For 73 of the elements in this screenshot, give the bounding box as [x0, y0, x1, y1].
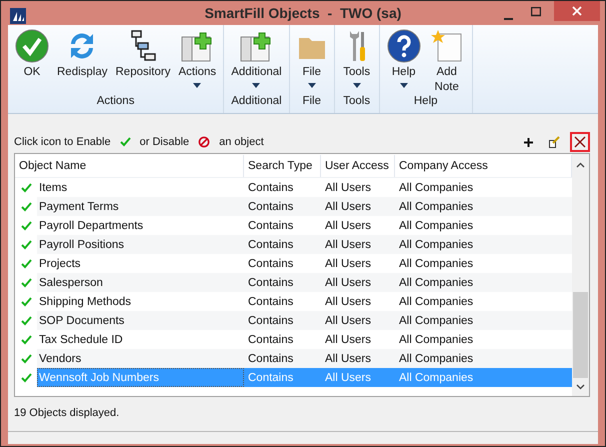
close-icon[interactable]: [572, 6, 582, 16]
checkmark-icon[interactable]: [20, 258, 32, 268]
checkmark-icon[interactable]: [20, 202, 32, 212]
plus-icon: [524, 138, 532, 146]
window-title: SmartFill Objects - TWO (sa): [204, 5, 402, 21]
table-cell: All Companies: [395, 368, 572, 387]
ribbon-button[interactable]: Tools: [338, 25, 375, 95]
hint-text: Click icon to Enable: [14, 136, 111, 148]
checkmark-icon[interactable]: [20, 182, 32, 192]
table-cell[interactable]: Salesperson: [37, 273, 244, 292]
table-cell[interactable]: Vendors: [37, 349, 244, 368]
table-cell[interactable]: Payroll Positions: [37, 235, 244, 254]
hierarchy-icon: [128, 29, 157, 63]
column-header[interactable]: Search Type: [244, 154, 321, 176]
app-logo-icon: [10, 8, 26, 24]
delete-button[interactable]: [570, 132, 590, 152]
checkmark-circle-icon: [15, 29, 49, 63]
hint-text: or Disable: [140, 136, 190, 148]
table-cell: All Users: [321, 349, 395, 368]
delete-icon: [574, 136, 586, 148]
edit-icon: [548, 136, 560, 148]
checkmark-icon: [120, 137, 131, 147]
column-header[interactable]: Object Name: [15, 154, 244, 176]
maximize-icon[interactable]: [531, 7, 541, 17]
status-text: 19 Objects displayed.: [14, 407, 120, 419]
ribbon-button[interactable]: Redisplay: [54, 25, 110, 95]
table-cell: All Users: [321, 311, 395, 330]
ribbon-group-label: File: [301, 95, 322, 109]
ribbon-group-label: Additional: [230, 95, 283, 109]
table-cell: All Users: [321, 197, 395, 216]
checkmark-icon[interactable]: [20, 278, 32, 288]
table-cell: Contains: [244, 197, 321, 216]
checkmark-icon[interactable]: [20, 240, 32, 250]
close-button[interactable]: [554, 1, 600, 21]
checkmark-icon[interactable]: [20, 354, 32, 364]
table-cell: All Companies: [395, 311, 572, 330]
table-cell: All Users: [321, 273, 395, 292]
table-cell[interactable]: Payment Terms: [37, 197, 244, 216]
table-cell: All Companies: [395, 197, 572, 216]
checkmark-icon[interactable]: [20, 334, 32, 344]
table-cell: Contains: [244, 235, 321, 254]
table-cell: Contains: [244, 311, 321, 330]
ribbon-button[interactable]: Additional: [228, 25, 285, 95]
ribbon-button[interactable]: Help: [384, 25, 424, 95]
checkmark-icon[interactable]: [20, 316, 32, 326]
help-icon: [386, 29, 421, 63]
ribbon-button[interactable]: File: [294, 25, 330, 95]
hint-text: an object: [219, 136, 264, 148]
ribbon-button[interactable]: OK: [12, 25, 52, 95]
table-cell[interactable]: SOP Documents: [37, 311, 244, 330]
note-icon: [430, 29, 463, 63]
table-cell: Contains: [244, 368, 321, 387]
table-cell: Contains: [244, 273, 321, 292]
ribbon-group-label: Help: [412, 95, 439, 109]
table-cell: All Companies: [395, 273, 572, 292]
table-cell: All Users: [321, 368, 395, 387]
ribbon-button[interactable]: Repository: [112, 25, 174, 95]
checkmark-icon[interactable]: [20, 220, 32, 230]
checkmark-icon[interactable]: [20, 296, 32, 306]
column-header[interactable]: User Access: [321, 154, 395, 176]
scroll-up-icon[interactable]: [576, 162, 585, 168]
prohibited-icon: [198, 136, 210, 148]
ribbon-group-label: Actions: [96, 95, 136, 109]
ribbon-group-label: Tools: [342, 95, 372, 109]
table-cell: Contains: [244, 349, 321, 368]
table-cell: All Companies: [395, 349, 572, 368]
scrollbar[interactable]: [572, 154, 589, 396]
ribbon-button[interactable]: Actions: [175, 25, 220, 95]
table-cell: All Users: [321, 235, 395, 254]
checkmark-icon[interactable]: [20, 372, 32, 382]
ribbon-button[interactable]: Add Note: [426, 25, 468, 95]
scroll-down-icon[interactable]: [576, 384, 585, 390]
table-cell: All Companies: [395, 235, 572, 254]
